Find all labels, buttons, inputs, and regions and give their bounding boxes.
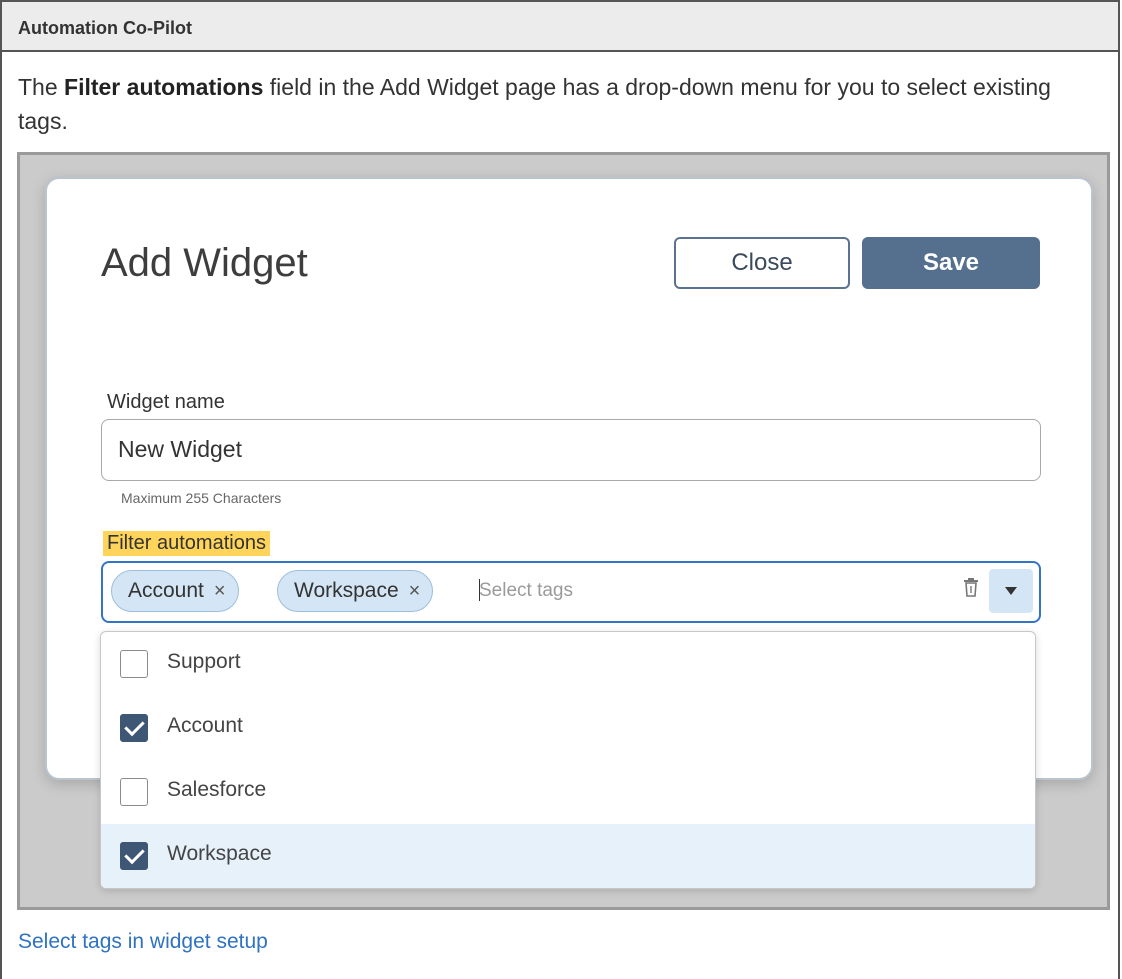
dropdown-toggle-button[interactable] <box>989 569 1033 613</box>
tags-placeholder: Select tags <box>479 580 573 601</box>
caret-down-icon <box>1005 587 1017 595</box>
menu-option-workspace[interactable]: Workspace <box>101 824 1035 888</box>
tag-chip-account: Account × <box>111 570 239 612</box>
save-button[interactable]: Save <box>862 237 1040 289</box>
widget-name-input[interactable]: New Widget <box>101 419 1041 481</box>
figure-caption-link[interactable]: Select tags in widget setup <box>18 930 268 954</box>
filter-automations-label: Filter automations <box>103 531 270 556</box>
tag-chip-workspace: Workspace × <box>277 570 434 612</box>
modal-title: Add Widget <box>101 241 308 285</box>
remove-tag-icon[interactable]: × <box>214 580 226 602</box>
menu-option-label: Salesforce <box>167 778 267 801</box>
intro-paragraph: The Filter automations field in the Add … <box>18 70 1098 138</box>
menu-option-label: Support <box>167 650 241 673</box>
trash-icon-glyph <box>964 578 978 597</box>
menu-option-label: Workspace <box>167 842 272 865</box>
menu-option-salesforce[interactable]: Salesforce <box>101 760 1035 824</box>
remove-tag-icon[interactable]: × <box>409 580 421 602</box>
menu-option-account[interactable]: Account <box>101 696 1035 760</box>
tags-dropdown-menu: Support Account Salesforce Workspace <box>100 631 1036 889</box>
text-cursor <box>479 579 480 601</box>
checkbox-checked[interactable] <box>120 714 148 742</box>
close-button[interactable]: Close <box>674 237 850 289</box>
document-header-title: Automation Co-Pilot <box>18 18 192 38</box>
menu-option-support[interactable]: Support <box>101 632 1035 696</box>
trash-icon[interactable] <box>961 577 981 603</box>
tag-chip-label: Workspace <box>294 579 399 602</box>
intro-text-before: The <box>18 74 65 100</box>
intro-text-bold: Filter automations <box>64 74 264 100</box>
document-header: Automation Co-Pilot <box>2 2 1118 52</box>
screenshot-figure: Add Widget Close Save Widget name New Wi… <box>17 152 1110 910</box>
checkbox-unchecked[interactable] <box>120 778 148 806</box>
tags-select-input[interactable]: Account × Workspace × Select tags <box>101 561 1041 623</box>
widget-name-label: Widget name <box>107 391 225 413</box>
widget-name-hint: Maximum 255 Characters <box>121 490 282 506</box>
menu-option-label: Account <box>167 714 243 737</box>
tag-chip-label: Account <box>128 579 204 602</box>
checkbox-unchecked[interactable] <box>120 650 148 678</box>
checkbox-checked[interactable] <box>120 842 148 870</box>
